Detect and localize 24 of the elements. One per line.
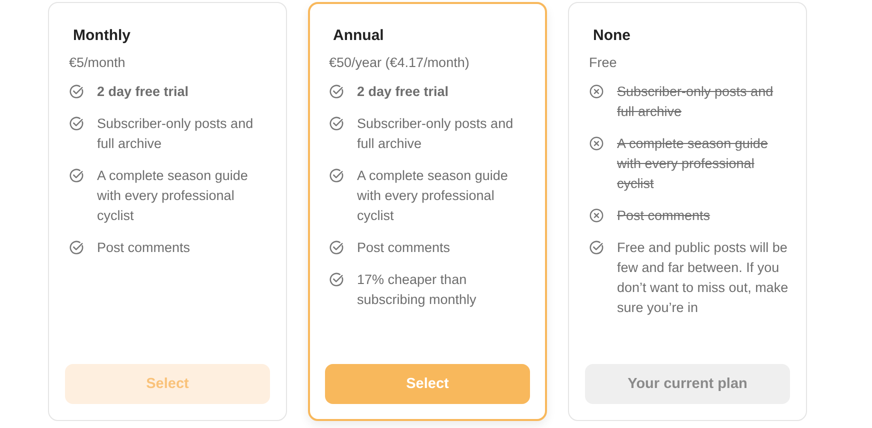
feature-text: Free and public posts will be few and far between. If you don’t want to miss out, make sure you’re in — [617, 239, 790, 317]
select-button[interactable]: Select — [325, 364, 530, 404]
plan-card[interactable]: Monthly €5/month 2 day free trial Subscriber-only posts and full archive A complete season guide with every professional cyclist Post comments Select — [48, 2, 287, 421]
feature-text: Post comments — [617, 207, 710, 225]
feature-text: 2 day free trial — [357, 83, 449, 101]
feature-text: A complete season guide with every professional cyclist — [357, 167, 509, 225]
plan-price: €50/year (€4.17/month) — [329, 55, 470, 70]
plan-title: Annual — [332, 27, 385, 44]
feature-text: 17% cheaper than subscribing monthly — [357, 271, 478, 309]
feature-text: Post comments — [357, 239, 450, 257]
plan-card[interactable] — [568, 2, 807, 421]
plan-price: €5/month — [69, 55, 126, 70]
feature-text: A complete season guide with every professional cyclist — [617, 135, 769, 193]
plan-title: None — [592, 27, 632, 44]
feature-text: Subscriber-only posts and full archive — [357, 115, 514, 153]
feature-text: 2 day free trial — [97, 83, 189, 101]
feature-text: Subscriber-only posts and full archive — [617, 83, 774, 121]
feature-text: A complete season guide with every professional cyclist — [97, 167, 249, 225]
feature-text: Post comments — [97, 239, 190, 257]
feature-text: Subscriber-only posts and full archive — [97, 115, 254, 153]
plan-price: Free — [589, 55, 618, 70]
plan-card[interactable]: Annual €50/year (€4.17/month) 2 day free trial Subscriber-only posts and full archive A complete season guide with every professional cyclist Post comments 17% cheaper than subscribing monthly Select — [308, 2, 547, 421]
plan-title: Monthly — [72, 27, 132, 44]
current-plan-button[interactable]: Your current plan — [585, 364, 790, 404]
